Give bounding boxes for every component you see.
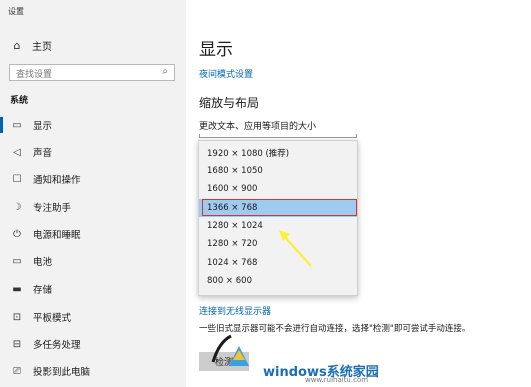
resolution-option-label: 1920 × 1080 (推荐) xyxy=(207,149,290,159)
page-title: 显示 xyxy=(199,40,233,60)
sidebar-item-label: 平板模式 xyxy=(33,313,72,324)
resolution-option[interactable]: 1680 × 1050 xyxy=(199,162,357,180)
sidebar-home[interactable]: ⌂ 主页 xyxy=(0,34,186,56)
scale-description: 更改文本、应用等项目的大小 xyxy=(199,122,317,132)
sidebar-item-focus-assist[interactable]: ☽ 专注助手 xyxy=(0,195,186,219)
watermark: windows系统家园 www.ruihaitu.com xyxy=(205,316,379,386)
project-icon: ⎚ xyxy=(13,365,21,377)
resolution-dropdown[interactable]: 1920 × 1080 (推荐) 1680 × 1050 1600 × 900 … xyxy=(198,140,358,296)
resolution-option[interactable]: 1920 × 1080 (推荐) xyxy=(199,143,357,161)
sidebar-item-project[interactable]: ⎚ 投影到此电脑 xyxy=(0,359,186,383)
sidebar-item-tablet[interactable]: ⊡ 平板模式 xyxy=(0,305,186,329)
resolution-option-label: 1280 × 1024 xyxy=(207,221,263,231)
sidebar-item-label: 专注助手 xyxy=(33,203,72,214)
resolution-option[interactable]: 800 × 600 xyxy=(199,272,357,290)
watermark-logo-icon xyxy=(211,334,249,366)
search-input[interactable]: 查找设置 ⌕ xyxy=(9,64,175,81)
resolution-option-label: 1366 × 768 xyxy=(207,203,258,213)
sidebar-item-sound[interactable]: ◁ 声音 xyxy=(0,140,186,164)
sidebar-home-label: 主页 xyxy=(32,41,52,53)
sidebar: 设置 ⌂ 主页 查找设置 ⌕ 系统 ▭ 显示 ◁ 声音 ☐ 通知和操作 ☽ 专注… xyxy=(0,0,186,387)
sidebar-item-display[interactable]: ▭ 显示 xyxy=(0,113,186,137)
sidebar-item-battery[interactable]: ▭ 电池 xyxy=(0,249,186,273)
moon-icon: ☽ xyxy=(12,201,22,213)
sidebar-item-power[interactable]: ⏻ 电源和睡眠 xyxy=(0,222,186,246)
scale-combobox[interactable] xyxy=(199,134,357,138)
resolution-option-label: 1680 × 1050 xyxy=(207,166,263,176)
sidebar-item-label: 多任务处理 xyxy=(33,340,81,351)
resolution-option-selected[interactable]: 1366 × 768 xyxy=(199,199,357,217)
resolution-option[interactable]: 1600 × 900 xyxy=(199,180,357,198)
power-icon: ⏻ xyxy=(13,228,21,240)
resolution-option-label: 1600 × 900 xyxy=(207,184,258,194)
resolution-option-label: 800 × 600 xyxy=(207,276,252,286)
sidebar-item-multitasking[interactable]: ⊟ 多任务处理 xyxy=(0,332,186,356)
watermark-url: www.ruihaitu.com xyxy=(305,376,369,384)
sidebar-item-storage[interactable]: ▬ 存储 xyxy=(0,277,186,301)
window-title: 设置 xyxy=(8,7,24,16)
sidebar-item-label: 电池 xyxy=(33,257,53,268)
monitor-icon: ▭ xyxy=(12,119,22,131)
sidebar-item-label: 显示 xyxy=(33,121,53,132)
sidebar-item-label: 通知和操作 xyxy=(33,175,81,186)
annotation-arrow-icon xyxy=(279,230,312,267)
resolution-option-label: 1024 × 768 xyxy=(207,258,258,268)
multitask-icon: ⊟ xyxy=(12,338,22,350)
sidebar-item-label: 声音 xyxy=(33,148,53,159)
notification-icon: ☐ xyxy=(12,173,22,185)
storage-icon: ▬ xyxy=(12,283,22,295)
sidebar-item-label: 电源和睡眠 xyxy=(33,230,81,241)
sidebar-item-notifications[interactable]: ☐ 通知和操作 xyxy=(0,167,186,191)
search-placeholder: 查找设置 xyxy=(16,70,53,80)
night-light-link[interactable]: 夜间模式设置 xyxy=(199,67,253,80)
battery-icon: ▭ xyxy=(12,255,22,267)
speaker-icon: ◁ xyxy=(13,146,21,158)
sidebar-item-label: 存储 xyxy=(33,285,53,296)
search-icon[interactable]: ⌕ xyxy=(162,66,168,77)
home-icon: ⌂ xyxy=(13,38,21,52)
section-label: 系统 xyxy=(10,96,29,106)
scale-heading: 缩放与布局 xyxy=(199,96,260,110)
sidebar-item-label: 投影到此电脑 xyxy=(33,367,91,378)
resolution-option-label: 1280 × 720 xyxy=(207,239,258,249)
tablet-icon: ⊡ xyxy=(12,311,22,323)
